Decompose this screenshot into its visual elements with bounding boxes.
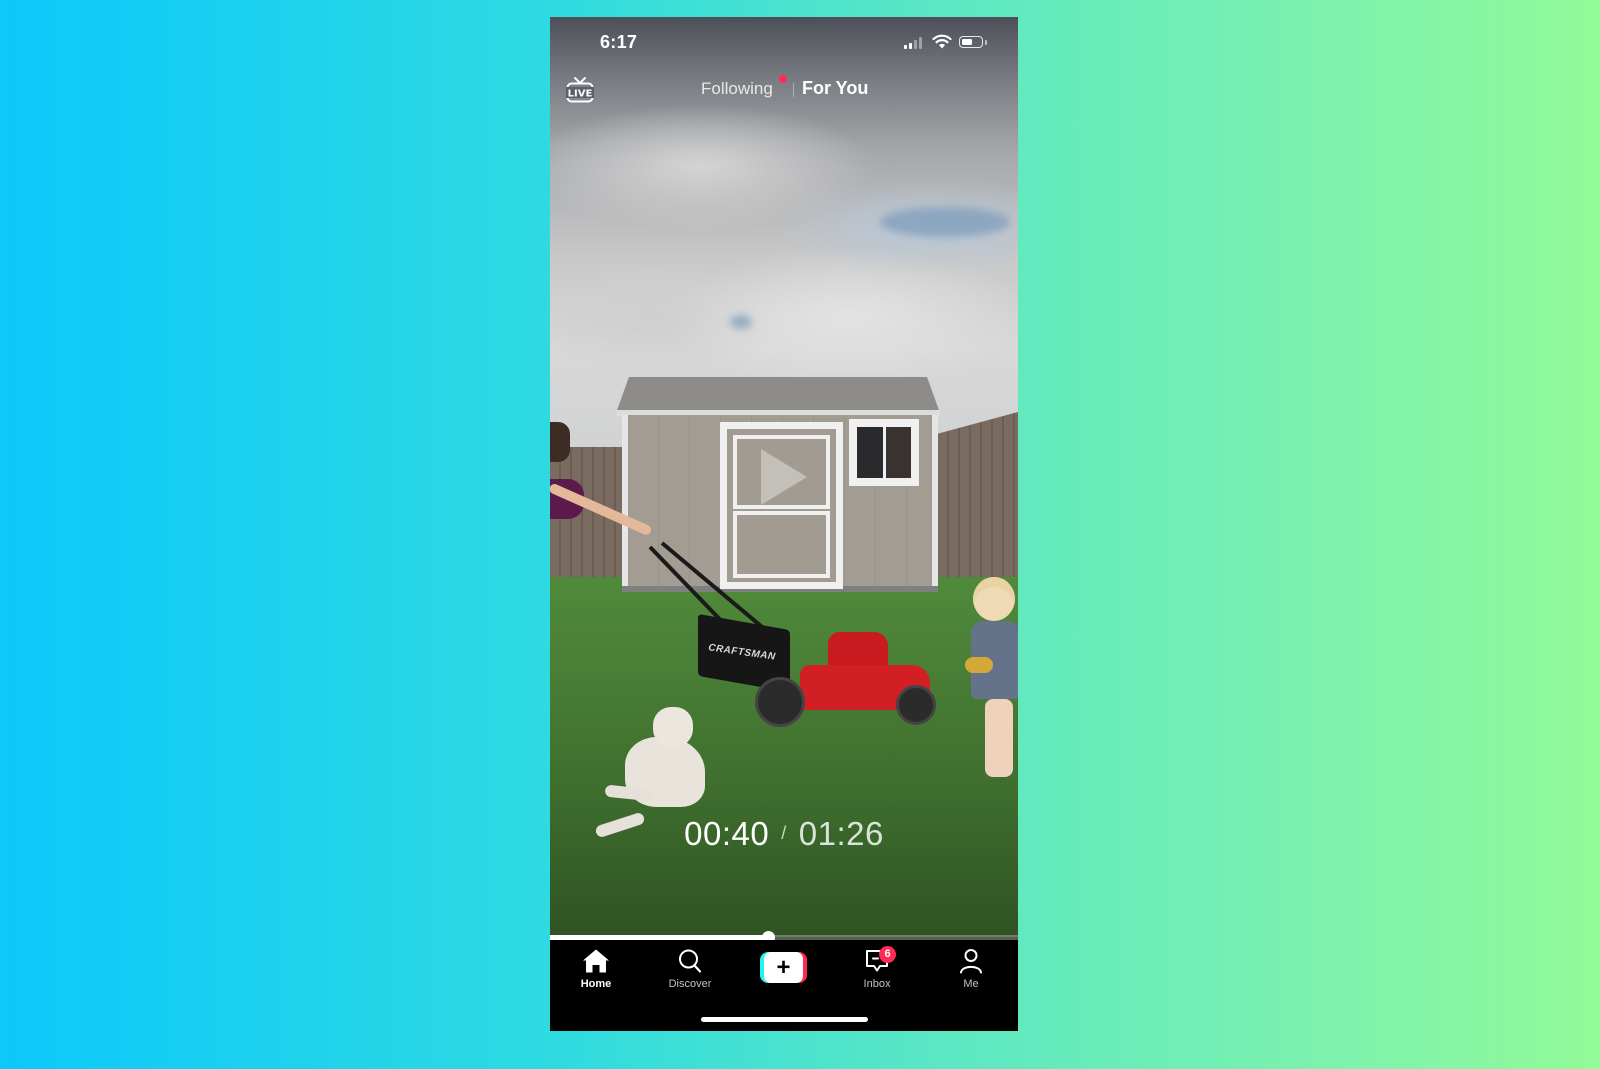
total-time: 01:26 bbox=[798, 815, 884, 852]
phone-screen: CRAFTSMAN 6:17 LIVE Following For You 00… bbox=[550, 17, 1018, 1031]
video-shed-window bbox=[849, 419, 919, 486]
signal-bar bbox=[914, 40, 917, 49]
tab-divider bbox=[793, 83, 794, 97]
video-shed-roof bbox=[616, 377, 940, 413]
video-window-pane bbox=[857, 427, 911, 478]
video-fence-right bbox=[938, 412, 1018, 592]
signal-bar bbox=[919, 37, 922, 49]
tab-following[interactable]: Following bbox=[701, 79, 773, 99]
status-time: 6:17 bbox=[600, 32, 638, 52]
current-time: 00:40 bbox=[684, 815, 770, 852]
video-player[interactable]: CRAFTSMAN bbox=[550, 17, 1018, 937]
tab-discover[interactable]: Discover bbox=[650, 948, 730, 990]
signal-bar bbox=[909, 43, 912, 49]
tab-discover-label: Discover bbox=[668, 978, 712, 990]
battery-tip bbox=[985, 40, 987, 45]
wifi-icon bbox=[932, 34, 952, 49]
tab-inbox-label: Inbox bbox=[863, 978, 891, 990]
video-person-hair bbox=[550, 422, 570, 462]
following-notification-dot bbox=[779, 75, 787, 83]
tab-home[interactable]: Home bbox=[556, 948, 636, 990]
feed-tabs: LIVE Following For You bbox=[550, 72, 1018, 112]
search-icon bbox=[679, 949, 702, 973]
home-icon bbox=[583, 949, 609, 973]
live-tv-icon[interactable]: LIVE bbox=[565, 75, 595, 105]
profile-icon bbox=[960, 949, 982, 974]
video-child-head bbox=[973, 577, 1015, 621]
video-child-legs bbox=[985, 699, 1013, 777]
tab-home-label: Home bbox=[580, 978, 612, 990]
video-sky-patch bbox=[880, 207, 1010, 237]
battery-icon bbox=[959, 36, 983, 48]
video-child bbox=[965, 577, 1018, 777]
status-bar: 6:17 bbox=[550, 17, 1018, 67]
tab-me-label: Me bbox=[963, 978, 979, 990]
signal-bar bbox=[904, 45, 907, 49]
video-mower-wheel bbox=[896, 685, 936, 725]
tab-inbox[interactable]: 6 Inbox bbox=[837, 946, 917, 990]
tab-for-you[interactable]: For You bbox=[802, 78, 868, 99]
cellular-signal-icon bbox=[904, 37, 922, 49]
play-icon[interactable] bbox=[761, 449, 807, 505]
video-child-arm bbox=[965, 657, 993, 673]
video-shed-door bbox=[720, 422, 843, 589]
video-mower-wheel bbox=[755, 677, 805, 727]
video-door-panel bbox=[733, 511, 830, 578]
video-dog-head bbox=[653, 707, 693, 747]
playback-time: 00:40 / 01:26 bbox=[550, 815, 1018, 853]
live-label: LIVE bbox=[568, 89, 593, 100]
battery-level bbox=[961, 38, 973, 45]
tab-me[interactable]: Me bbox=[931, 948, 1011, 990]
time-separator: / bbox=[781, 823, 787, 843]
home-indicator[interactable] bbox=[701, 1017, 868, 1022]
plus-icon: + bbox=[764, 952, 803, 983]
create-button[interactable]: + bbox=[760, 952, 807, 983]
video-sky-patch bbox=[730, 315, 752, 329]
inbox-badge: 6 bbox=[879, 946, 896, 963]
